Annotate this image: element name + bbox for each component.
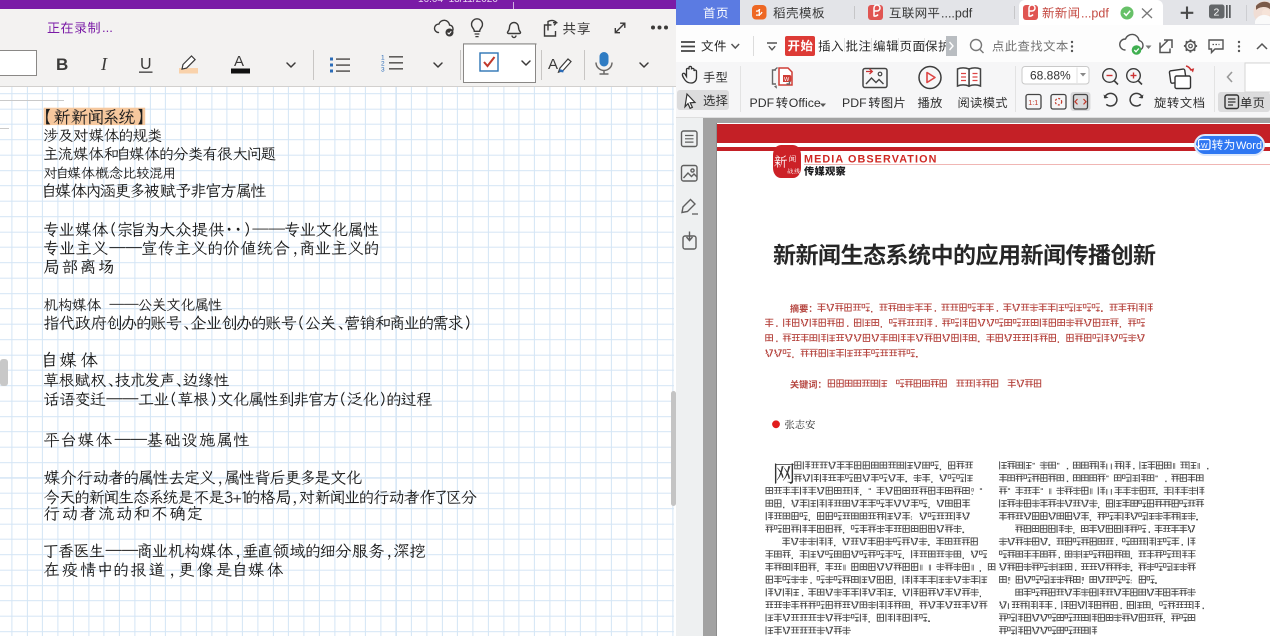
svg-text:68.88%: 68.88% [1030,68,1071,82]
svg-text:W: W [1201,143,1208,150]
svg-text:3: 3 [381,67,385,74]
svg-text:PDF: PDF [750,96,775,110]
svg-text:A: A [234,53,244,70]
svg-text:Word: Word [1236,140,1262,152]
svg-text:MEDIA OBSERVATION: MEDIA OBSERVATION [804,153,937,165]
svg-text:2: 2 [1214,7,1220,19]
svg-text:...: ... [102,20,113,35]
svg-text:B: B [56,55,68,74]
svg-text:PDF: PDF [842,96,867,110]
svg-text:1:1: 1:1 [1028,98,1038,107]
svg-text:Office: Office [789,96,821,110]
svg-text:A: A [548,56,558,73]
svg-text:....pdf: ....pdf [941,7,973,21]
svg-text:U: U [140,56,152,73]
svg-text:...pdf: ...pdf [1081,7,1109,21]
svg-text:I: I [100,54,108,74]
